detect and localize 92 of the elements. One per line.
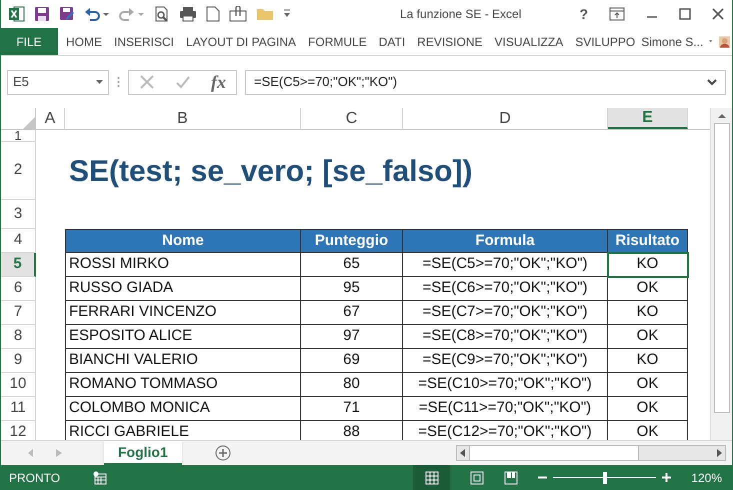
- table-cell: ESPOSITO ALICE: [65, 325, 301, 349]
- table-cell: =SE(C10>=70;"OK";"KO"): [403, 373, 608, 397]
- row-header[interactable]: 11: [1, 397, 36, 421]
- formula-field[interactable]: =SE(C5>=70;"OK";"KO"): [245, 70, 726, 94]
- table-cell: KO: [608, 301, 688, 325]
- table-cell: KO: [608, 349, 688, 373]
- horizontal-scrollbar[interactable]: [456, 445, 726, 461]
- expand-icon[interactable]: [707, 78, 717, 86]
- excel-logo-icon[interactable]: [9, 6, 25, 22]
- new-document-icon[interactable]: [206, 6, 220, 22]
- ribbon-tab[interactable]: REVISIONE: [411, 28, 489, 55]
- normal-view-button[interactable]: [413, 465, 450, 490]
- scroll-up-icon[interactable]: [716, 112, 726, 120]
- ribbon-tab[interactable]: DATI: [372, 28, 412, 55]
- file-tab[interactable]: FILE: [1, 28, 58, 55]
- page-break-icon[interactable]: [504, 470, 518, 484]
- ribbon-tab[interactable]: VISUALIZZA: [488, 28, 570, 55]
- table-cell: 67: [301, 301, 403, 325]
- zoom-in-icon[interactable]: [662, 473, 672, 482]
- table-cell: 95: [301, 277, 403, 301]
- maximize-icon[interactable]: [679, 8, 691, 20]
- insert-function-button[interactable]: fx: [211, 68, 226, 96]
- table-cell: =SE(C11>=70;"OK";"KO"): [403, 397, 608, 421]
- row-header[interactable]: 3: [1, 200, 36, 229]
- help-button[interactable]: ?: [579, 4, 588, 24]
- table-header-cell: Risultato: [608, 229, 688, 253]
- ribbon-tab[interactable]: SVILUPPO: [569, 28, 642, 55]
- undo-icon[interactable]: [84, 6, 110, 22]
- table-cell: BIANCHI VALERIO: [65, 349, 301, 373]
- column-header[interactable]: B: [65, 108, 301, 129]
- row-header[interactable]: 5: [1, 253, 36, 277]
- table-cell: =SE(C9>=70;"OK";"KO"): [403, 349, 608, 373]
- grid-icon: [424, 470, 439, 484]
- ribbon-tab[interactable]: FORMULE: [302, 28, 373, 55]
- print-preview-icon[interactable]: [154, 6, 170, 22]
- save-edit-icon[interactable]: [59, 6, 75, 22]
- row-header[interactable]: 6: [1, 277, 36, 301]
- table-cell: COLOMBO MONICA: [65, 397, 301, 421]
- table-cell: FERRARI VINCENZO: [65, 301, 301, 325]
- table-cell: RUSSO GIADA: [65, 277, 301, 301]
- table-cell: RICCI GABRIELE: [65, 421, 301, 440]
- row-header[interactable]: 8: [1, 325, 36, 349]
- status-text: PRONTO: [9, 470, 60, 486]
- column-header[interactable]: C: [301, 108, 403, 129]
- ribbon-tab[interactable]: INSERISCI: [108, 28, 180, 55]
- table-cell: 97: [301, 325, 403, 349]
- printer-icon[interactable]: [179, 6, 197, 22]
- table-cell: OK: [608, 325, 688, 349]
- grip-icon: [117, 76, 120, 88]
- row-header[interactable]: 1: [1, 130, 36, 142]
- table-header-cell: Nome: [65, 229, 301, 253]
- table-cell: KO: [608, 253, 688, 277]
- add-sheet-icon[interactable]: [214, 445, 231, 461]
- zoom-level[interactable]: 120%: [691, 468, 722, 486]
- table-cell: OK: [608, 397, 688, 421]
- ribbon-tab[interactable]: LAYOUT DI PAGINA: [180, 28, 302, 55]
- table-cell: ROSSI MIRKO: [65, 253, 301, 277]
- macro-record-icon[interactable]: [93, 470, 108, 484]
- close-icon[interactable]: [712, 8, 724, 20]
- table-cell: 80: [301, 373, 403, 397]
- ribbon-display-icon[interactable]: [609, 7, 625, 21]
- vertical-scrollbar[interactable]: [710, 108, 732, 440]
- table-header-cell: Punteggio: [301, 229, 403, 253]
- customize-caret-icon[interactable]: [283, 9, 291, 19]
- table-cell: =SE(C8>=70;"OK";"KO"): [403, 325, 608, 349]
- zoom-slider-thumb[interactable]: [602, 472, 607, 484]
- column-header[interactable]: A: [36, 108, 65, 129]
- sheet-heading: SE(test; se_vero; [se_falso]): [68, 154, 472, 190]
- zoom-slider[interactable]: [553, 472, 656, 484]
- name-box[interactable]: E5: [7, 70, 109, 94]
- row-header[interactable]: 9: [1, 349, 36, 373]
- table-cell: OK: [608, 373, 688, 397]
- table-cell: ROMANO TOMMASO: [65, 373, 301, 397]
- table-cell: 69: [301, 349, 403, 373]
- table-cell: =SE(C7>=70;"OK";"KO"): [403, 301, 608, 325]
- caret-icon[interactable]: [709, 39, 713, 44]
- save-icon[interactable]: [34, 6, 50, 22]
- table-cell: 65: [301, 253, 403, 277]
- row-header[interactable]: 10: [1, 373, 36, 397]
- table-cell: =SE(C6>=70;"OK";"KO"): [403, 277, 608, 301]
- table-header-cell: Formula: [403, 229, 608, 253]
- column-header[interactable]: E: [608, 108, 688, 129]
- row-header[interactable]: 2: [1, 142, 36, 200]
- table-cell: =SE(C5>=70;"OK";"KO"): [403, 253, 608, 277]
- ribbon-tab[interactable]: HOME: [60, 28, 108, 55]
- table-cell: OK: [608, 277, 688, 301]
- sheet-tab[interactable]: Foglio1: [104, 441, 182, 465]
- table-cell: 71: [301, 397, 403, 421]
- row-header[interactable]: 7: [1, 301, 36, 325]
- window-title: La funzione SE - Excel: [400, 6, 522, 23]
- page-layout-icon[interactable]: [470, 470, 484, 484]
- user-name[interactable]: Simone S...: [641, 28, 704, 55]
